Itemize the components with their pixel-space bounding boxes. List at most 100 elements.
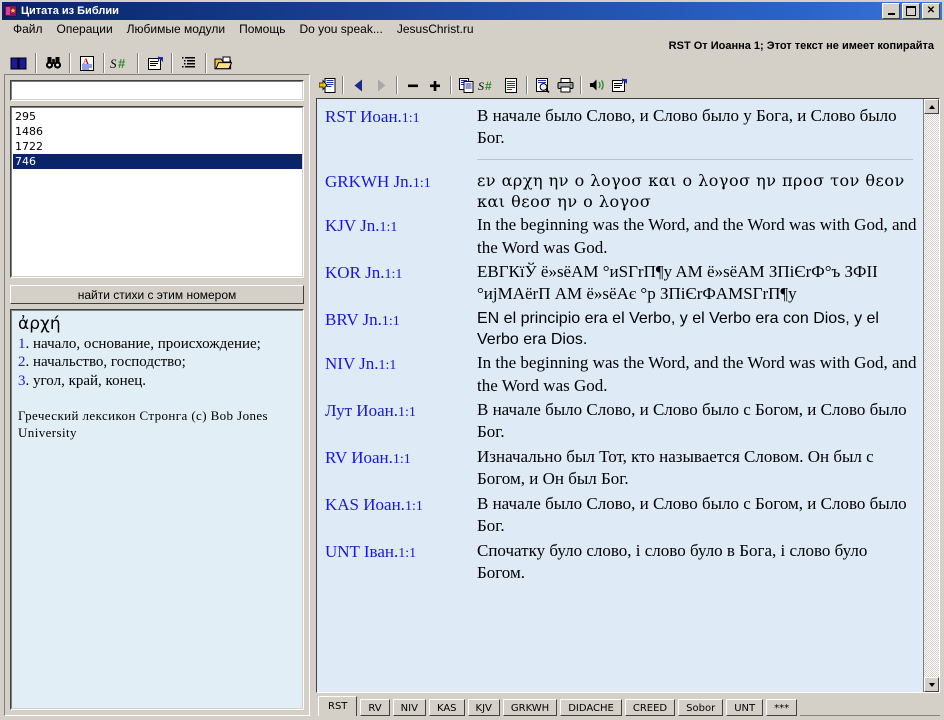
definition-number: 2 bbox=[18, 354, 26, 371]
verse-reference-book: RST Иоан. bbox=[325, 107, 402, 126]
verse-reference[interactable]: UNT Іван.1:1 bbox=[325, 540, 477, 563]
tab-niv[interactable]: NIV bbox=[392, 699, 426, 716]
verse-reference[interactable]: RV Иоан.1:1 bbox=[325, 446, 477, 469]
verse-row[interactable]: RV Иоан.1:1 Изначально был Тот, кто назы… bbox=[325, 446, 917, 491]
verse-text: ЕВГКïЎ ё»sёAM °иSГrП¶y AM ё»sёAM ЗПiЄrФ°… bbox=[477, 261, 878, 304]
strongs-number-input-field[interactable] bbox=[11, 81, 303, 100]
title-bar: Цитата из Библии ✕ bbox=[2, 2, 942, 20]
verse-toolbar-separator-4 bbox=[526, 76, 528, 94]
rtoolbar-strongs-button[interactable]: S # bbox=[478, 75, 500, 95]
toolbar-separator-3 bbox=[103, 53, 105, 73]
window-new-icon[interactable] bbox=[316, 75, 338, 95]
list-item-selected[interactable]: 746 bbox=[13, 154, 302, 169]
verse-row[interactable]: BRV Jn.1:1 EN el principio era el Verbo,… bbox=[325, 308, 917, 350]
open-folder-icon[interactable] bbox=[208, 52, 238, 74]
list-item[interactable]: 1486 bbox=[13, 124, 302, 139]
tab-rst[interactable]: RST bbox=[318, 696, 358, 716]
arrow-right-icon[interactable] bbox=[370, 75, 392, 95]
verse-reference-chapter-verse: 1:1 bbox=[401, 111, 420, 126]
verse-reference[interactable]: KJV Jn.1:1 bbox=[325, 214, 477, 237]
application-window: Цитата из Библии ✕ Файл Операции Любимые… bbox=[0, 0, 944, 720]
verse-row[interactable]: KOR Jn.1:1 ЕВГКïЎ ё»sёAM °иSГrП¶y AM ё»s… bbox=[325, 261, 917, 306]
verse-reference-chapter-verse: 1:1 bbox=[384, 266, 403, 282]
tab-kas[interactable]: KAS bbox=[428, 699, 465, 716]
main-content: 295 1486 1722 746 найти стихи с этим ном… bbox=[4, 74, 940, 716]
chevron-up-icon bbox=[928, 104, 935, 109]
menu-favorite-modules[interactable]: Любимые модули bbox=[120, 21, 232, 37]
binoculars-search-icon[interactable] bbox=[38, 52, 68, 74]
verse-reference[interactable]: KOR Jn.1:1 bbox=[325, 261, 477, 284]
menu-jesuschrist-ru[interactable]: JesusChrist.ru bbox=[390, 21, 481, 37]
verse-text: В начале было Слово, и Слово было с Бого… bbox=[477, 493, 907, 536]
scroll-up-button[interactable] bbox=[924, 99, 939, 114]
verse-scrollbar[interactable] bbox=[923, 99, 939, 692]
verse-reference[interactable]: RST Иоан.1:1 bbox=[325, 105, 477, 128]
verse-reference[interactable]: KAS Иоан.1:1 bbox=[325, 493, 477, 516]
plus-icon[interactable] bbox=[424, 75, 446, 95]
speaker-icon[interactable] bbox=[586, 75, 608, 95]
strongs-number-input[interactable] bbox=[10, 80, 304, 101]
list-outline-icon[interactable] bbox=[174, 52, 204, 74]
strongs-number-list[interactable]: 295 1486 1722 746 bbox=[10, 106, 304, 278]
verse-reference-chapter-verse: 1:1 bbox=[397, 404, 416, 420]
scrollbar-track[interactable] bbox=[924, 114, 939, 677]
verse-toolbar-separator-3 bbox=[450, 76, 452, 94]
tab-unt[interactable]: UNT bbox=[726, 699, 764, 716]
minus-icon[interactable] bbox=[402, 75, 424, 95]
verse-text: В начале было Слово, и Слово было с Бого… bbox=[477, 399, 907, 442]
lexicon-headword: ἀρχή bbox=[18, 314, 61, 334]
verse-row[interactable]: GRKWH Jn.1:1 εν αρχη ην ο λογοσ και ο λο… bbox=[325, 170, 917, 212]
verse-text: В начале было Слово, и Слово было у Бога… bbox=[477, 106, 897, 148]
verse-row[interactable]: Лут Иоан.1:1 В начале было Слово, и Слов… bbox=[325, 399, 917, 444]
properties-icon[interactable] bbox=[608, 75, 630, 95]
tab-kjv[interactable]: KJV bbox=[467, 699, 500, 716]
verse-reference[interactable]: Лут Иоан.1:1 bbox=[325, 399, 477, 422]
lexicon-definition-1: 1. начало, основание, происхождение; bbox=[18, 335, 296, 354]
menu-file[interactable]: Файл bbox=[6, 21, 50, 37]
tab-more[interactable]: *** bbox=[766, 699, 798, 716]
verse-row[interactable]: NIV Jn.1:1 In the beginning was the Word… bbox=[325, 352, 917, 397]
arrow-left-icon[interactable] bbox=[348, 75, 370, 95]
verse-reference[interactable]: NIV Jn.1:1 bbox=[325, 352, 477, 375]
document-lines-icon[interactable] bbox=[500, 75, 522, 95]
menu-help[interactable]: Помощь bbox=[232, 21, 292, 37]
tab-creed[interactable]: CREED bbox=[624, 699, 676, 716]
find-verses-button[interactable]: найти стихи с этим номером bbox=[10, 285, 304, 304]
notes-pencil-icon[interactable] bbox=[140, 52, 170, 74]
verse-row[interactable]: KJV Jn.1:1 In the beginning was the Word… bbox=[325, 214, 917, 259]
toolbar-strongs-button[interactable]: S # bbox=[106, 52, 136, 74]
maximize-button[interactable] bbox=[902, 3, 920, 19]
printer-icon[interactable] bbox=[554, 75, 576, 95]
verse-row[interactable]: RST Иоан.1:1 В начале было Слово, и Слов… bbox=[325, 105, 917, 150]
list-item[interactable]: 1722 bbox=[13, 139, 302, 154]
copy-icon[interactable] bbox=[456, 75, 478, 95]
print-preview-icon[interactable] bbox=[532, 75, 554, 95]
verse-toolbar-separator-1 bbox=[342, 76, 344, 94]
toolbar-separator-6 bbox=[205, 53, 207, 73]
definition-number: 3 bbox=[18, 373, 26, 390]
menu-do-you-speak[interactable]: Do you speak... bbox=[292, 21, 389, 37]
strongs-number-list-inner[interactable]: 295 1486 1722 746 bbox=[11, 107, 303, 277]
close-button[interactable]: ✕ bbox=[922, 3, 940, 19]
toolbar-separator-5 bbox=[171, 53, 173, 73]
tab-rv[interactable]: RV bbox=[360, 699, 390, 716]
tab-grkwh[interactable]: GRKWH bbox=[502, 699, 558, 716]
definition-text: . начальство, господство; bbox=[25, 354, 186, 371]
verse-reference[interactable]: GRKWH Jn.1:1 bbox=[325, 170, 477, 193]
chevron-down-icon bbox=[928, 682, 935, 687]
verse-reference[interactable]: BRV Jn.1:1 bbox=[325, 308, 477, 331]
minimize-button[interactable] bbox=[882, 3, 900, 19]
toolbar-separator-1 bbox=[35, 53, 37, 73]
document-letter-a-icon[interactable]: A bbox=[72, 52, 102, 74]
verse-row[interactable]: KAS Иоан.1:1 В начале было Слово, и Слов… bbox=[325, 493, 917, 538]
verse-list[interactable]: RST Иоан.1:1 В начале было Слово, и Слов… bbox=[317, 99, 923, 692]
scroll-down-button[interactable] bbox=[924, 677, 939, 692]
verse-reference-book: KAS Иоан. bbox=[325, 494, 405, 514]
tab-sobor[interactable]: Sobor bbox=[678, 699, 724, 716]
toolbar-book-button[interactable] bbox=[4, 52, 34, 74]
verse-row[interactable]: UNT Іван.1:1 Спочатку було слово, і слов… bbox=[325, 540, 917, 585]
verse-text: Спочатку було слово, і слово було в Бога… bbox=[477, 540, 868, 582]
tab-didache[interactable]: DIDACHE bbox=[560, 699, 622, 716]
menu-operations[interactable]: Операции bbox=[50, 21, 120, 37]
list-item[interactable]: 295 bbox=[13, 109, 302, 124]
